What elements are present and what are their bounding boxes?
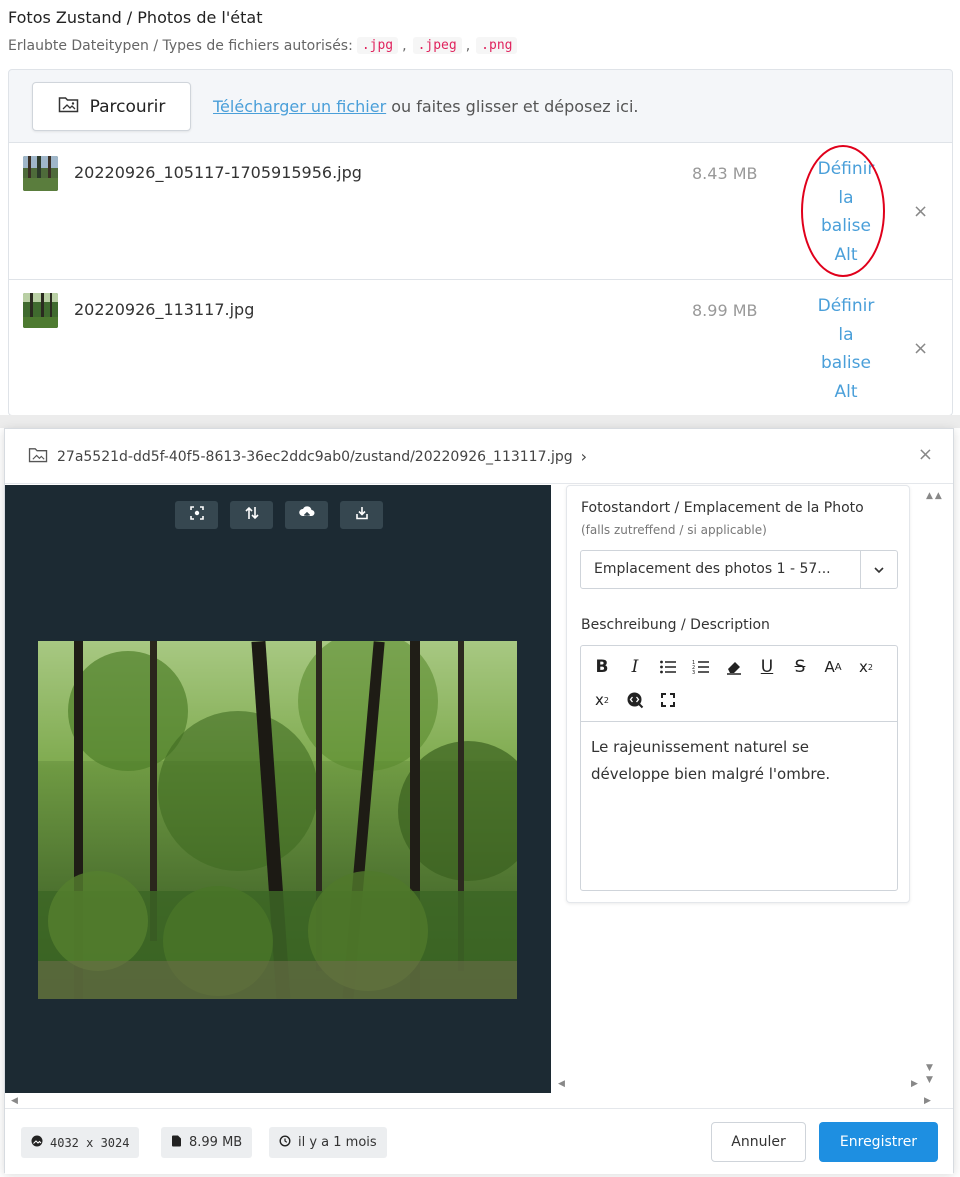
eraser-icon[interactable]: [721, 654, 747, 680]
photo-location-value: Emplacement des photos 1 - 57...: [581, 551, 861, 588]
set-alt-tag-line: la: [838, 324, 854, 345]
folder-image-icon: [28, 446, 49, 467]
type-separator: ,: [402, 37, 407, 54]
file-row: 20220926_113117.jpg 8.99 MB Définir la b…: [8, 279, 953, 416]
scroll-right-icon[interactable]: ▶: [924, 1096, 931, 1106]
numbered-list-icon[interactable]: 123: [688, 654, 714, 680]
type-png: .png: [476, 37, 518, 54]
underline-icon[interactable]: U: [754, 654, 780, 680]
file-thumbnail: [23, 156, 58, 191]
modal-header: 27a5521d-dd5f-40f5-8613-36ec2ddc9ab0/zus…: [5, 429, 953, 484]
flip-button[interactable]: [230, 501, 273, 529]
field-title: Fotos Zustand / Photos de l'état: [8, 8, 263, 27]
remove-file-icon[interactable]: ×: [913, 201, 928, 222]
photo-location-select[interactable]: Emplacement des photos 1 - 57...: [580, 550, 898, 589]
set-alt-tag-line: Définir: [817, 296, 875, 316]
set-alt-tag-line: Définir: [817, 159, 875, 179]
remove-file-icon[interactable]: ×: [913, 338, 928, 359]
set-alt-tag-line: balise: [821, 353, 871, 373]
file-thumbnail: [23, 293, 58, 328]
description-text[interactable]: Le rajeunissement naturel se développe b…: [591, 734, 891, 788]
type-jpg: .jpg: [356, 37, 399, 54]
background-strip: [0, 415, 960, 428]
editor-toolbar: B I 123 U S AA x2 x2: [581, 646, 897, 722]
chevron-down-icon: [861, 551, 897, 588]
close-icon[interactable]: ×: [918, 444, 933, 465]
cancel-button[interactable]: Annuler: [711, 1122, 806, 1162]
image-icon: [31, 1135, 43, 1151]
upload-file-link[interactable]: Télécharger un fichier: [213, 97, 386, 116]
bullet-list-icon[interactable]: [655, 654, 681, 680]
cloud-upload-icon: [298, 505, 316, 525]
browse-label: Parcourir: [89, 96, 166, 117]
description-editor: B I 123 U S AA x2 x2 Le rajeunissement n…: [580, 645, 898, 891]
modal-footer: 4032 x 3024 8.99 MB il y a 1 mois Annule…: [5, 1108, 953, 1174]
file-row: 20220926_105117-1705915956.jpg 8.43 MB D…: [8, 143, 953, 280]
flip-icon: [244, 505, 260, 525]
file-path: 27a5521d-dd5f-40f5-8613-36ec2ddc9ab0/zus…: [57, 448, 573, 465]
forest-photo: [38, 641, 517, 999]
subscript-icon[interactable]: x2: [589, 687, 615, 713]
bold-icon[interactable]: B: [589, 654, 615, 680]
svg-text:3: 3: [692, 670, 695, 675]
metadata-panel: Fotostandort / Emplacement de la Photo (…: [566, 485, 910, 903]
save-button[interactable]: Enregistrer: [819, 1122, 938, 1162]
allowed-types-label: Erlaubte Dateitypen / Types de fichiers …: [8, 37, 353, 54]
superscript-icon[interactable]: x2: [853, 654, 879, 680]
photo-location-hint: (falls zutreffend / si applicable): [581, 523, 767, 537]
scroll-down-icon[interactable]: ▼ ▼: [926, 1062, 933, 1086]
allowed-types: Erlaubte Dateitypen / Types de fichiers …: [8, 37, 518, 54]
upload-age-badge: il y a 1 mois: [269, 1127, 387, 1158]
fullscreen-icon[interactable]: [655, 687, 681, 713]
filesize-badge: 8.99 MB: [161, 1127, 253, 1158]
scroll-left-icon[interactable]: ◀: [11, 1096, 18, 1106]
drop-hint: Télécharger un fichier ou faites glisser…: [213, 97, 638, 116]
chevron-right-icon: ›: [580, 447, 588, 466]
scroll-right-icon[interactable]: ▶: [911, 1079, 918, 1089]
italic-icon[interactable]: I: [622, 654, 648, 680]
image-editor-modal: 27a5521d-dd5f-40f5-8613-36ec2ddc9ab0/zus…: [4, 428, 954, 1174]
photo-location-label: Fotostandort / Emplacement de la Photo: [581, 500, 864, 516]
scroll-up-icon[interactable]: ▲▲: [926, 491, 944, 501]
history-icon: [279, 1134, 291, 1151]
dimensions-badge: 4032 x 3024: [21, 1127, 140, 1158]
type-separator: ,: [465, 37, 471, 54]
file-name: 20220926_105117-1705915956.jpg: [74, 163, 362, 182]
filesize-value: 8.99 MB: [189, 1135, 243, 1150]
dropzone[interactable]: Parcourir Télécharger un fichier ou fait…: [8, 69, 953, 143]
browse-button[interactable]: Parcourir: [32, 82, 191, 131]
focus-point-button[interactable]: [175, 501, 218, 529]
file-path-breadcrumb: 27a5521d-dd5f-40f5-8613-36ec2ddc9ab0/zus…: [28, 446, 587, 467]
upload-replace-button[interactable]: [285, 501, 328, 529]
upload-age-value: il y a 1 mois: [298, 1135, 377, 1150]
file-icon: [171, 1135, 182, 1151]
set-alt-tag-line: la: [838, 187, 854, 208]
download-icon: [354, 505, 370, 525]
folder-image-icon: [58, 95, 80, 118]
dimensions-value: 4032 x 3024: [50, 1135, 130, 1150]
set-alt-tag-link[interactable]: Définir la balise Alt: [809, 292, 883, 406]
viewer-toolbar: [175, 501, 383, 529]
scroll-left-icon[interactable]: ◀: [558, 1079, 565, 1089]
source-code-icon[interactable]: [622, 687, 648, 713]
set-alt-tag-line: balise: [821, 216, 871, 236]
download-button[interactable]: [340, 501, 383, 529]
focus-icon: [189, 505, 205, 525]
file-size: 8.43 MB: [692, 164, 758, 183]
description-label: Beschreibung / Description: [581, 617, 770, 633]
font-size-icon[interactable]: AA: [820, 654, 846, 680]
set-alt-tag-line: Alt: [834, 244, 858, 265]
drop-hint-text: ou faites glisser et déposez ici.: [386, 97, 639, 116]
image-viewer: [5, 485, 551, 1093]
set-alt-tag-link[interactable]: Définir la balise Alt: [809, 155, 883, 269]
strikethrough-icon[interactable]: S: [787, 654, 813, 680]
file-name: 20220926_113117.jpg: [74, 300, 255, 319]
set-alt-tag-line: Alt: [834, 381, 858, 402]
file-size: 8.99 MB: [692, 301, 758, 320]
type-jpeg: .jpeg: [412, 37, 462, 54]
